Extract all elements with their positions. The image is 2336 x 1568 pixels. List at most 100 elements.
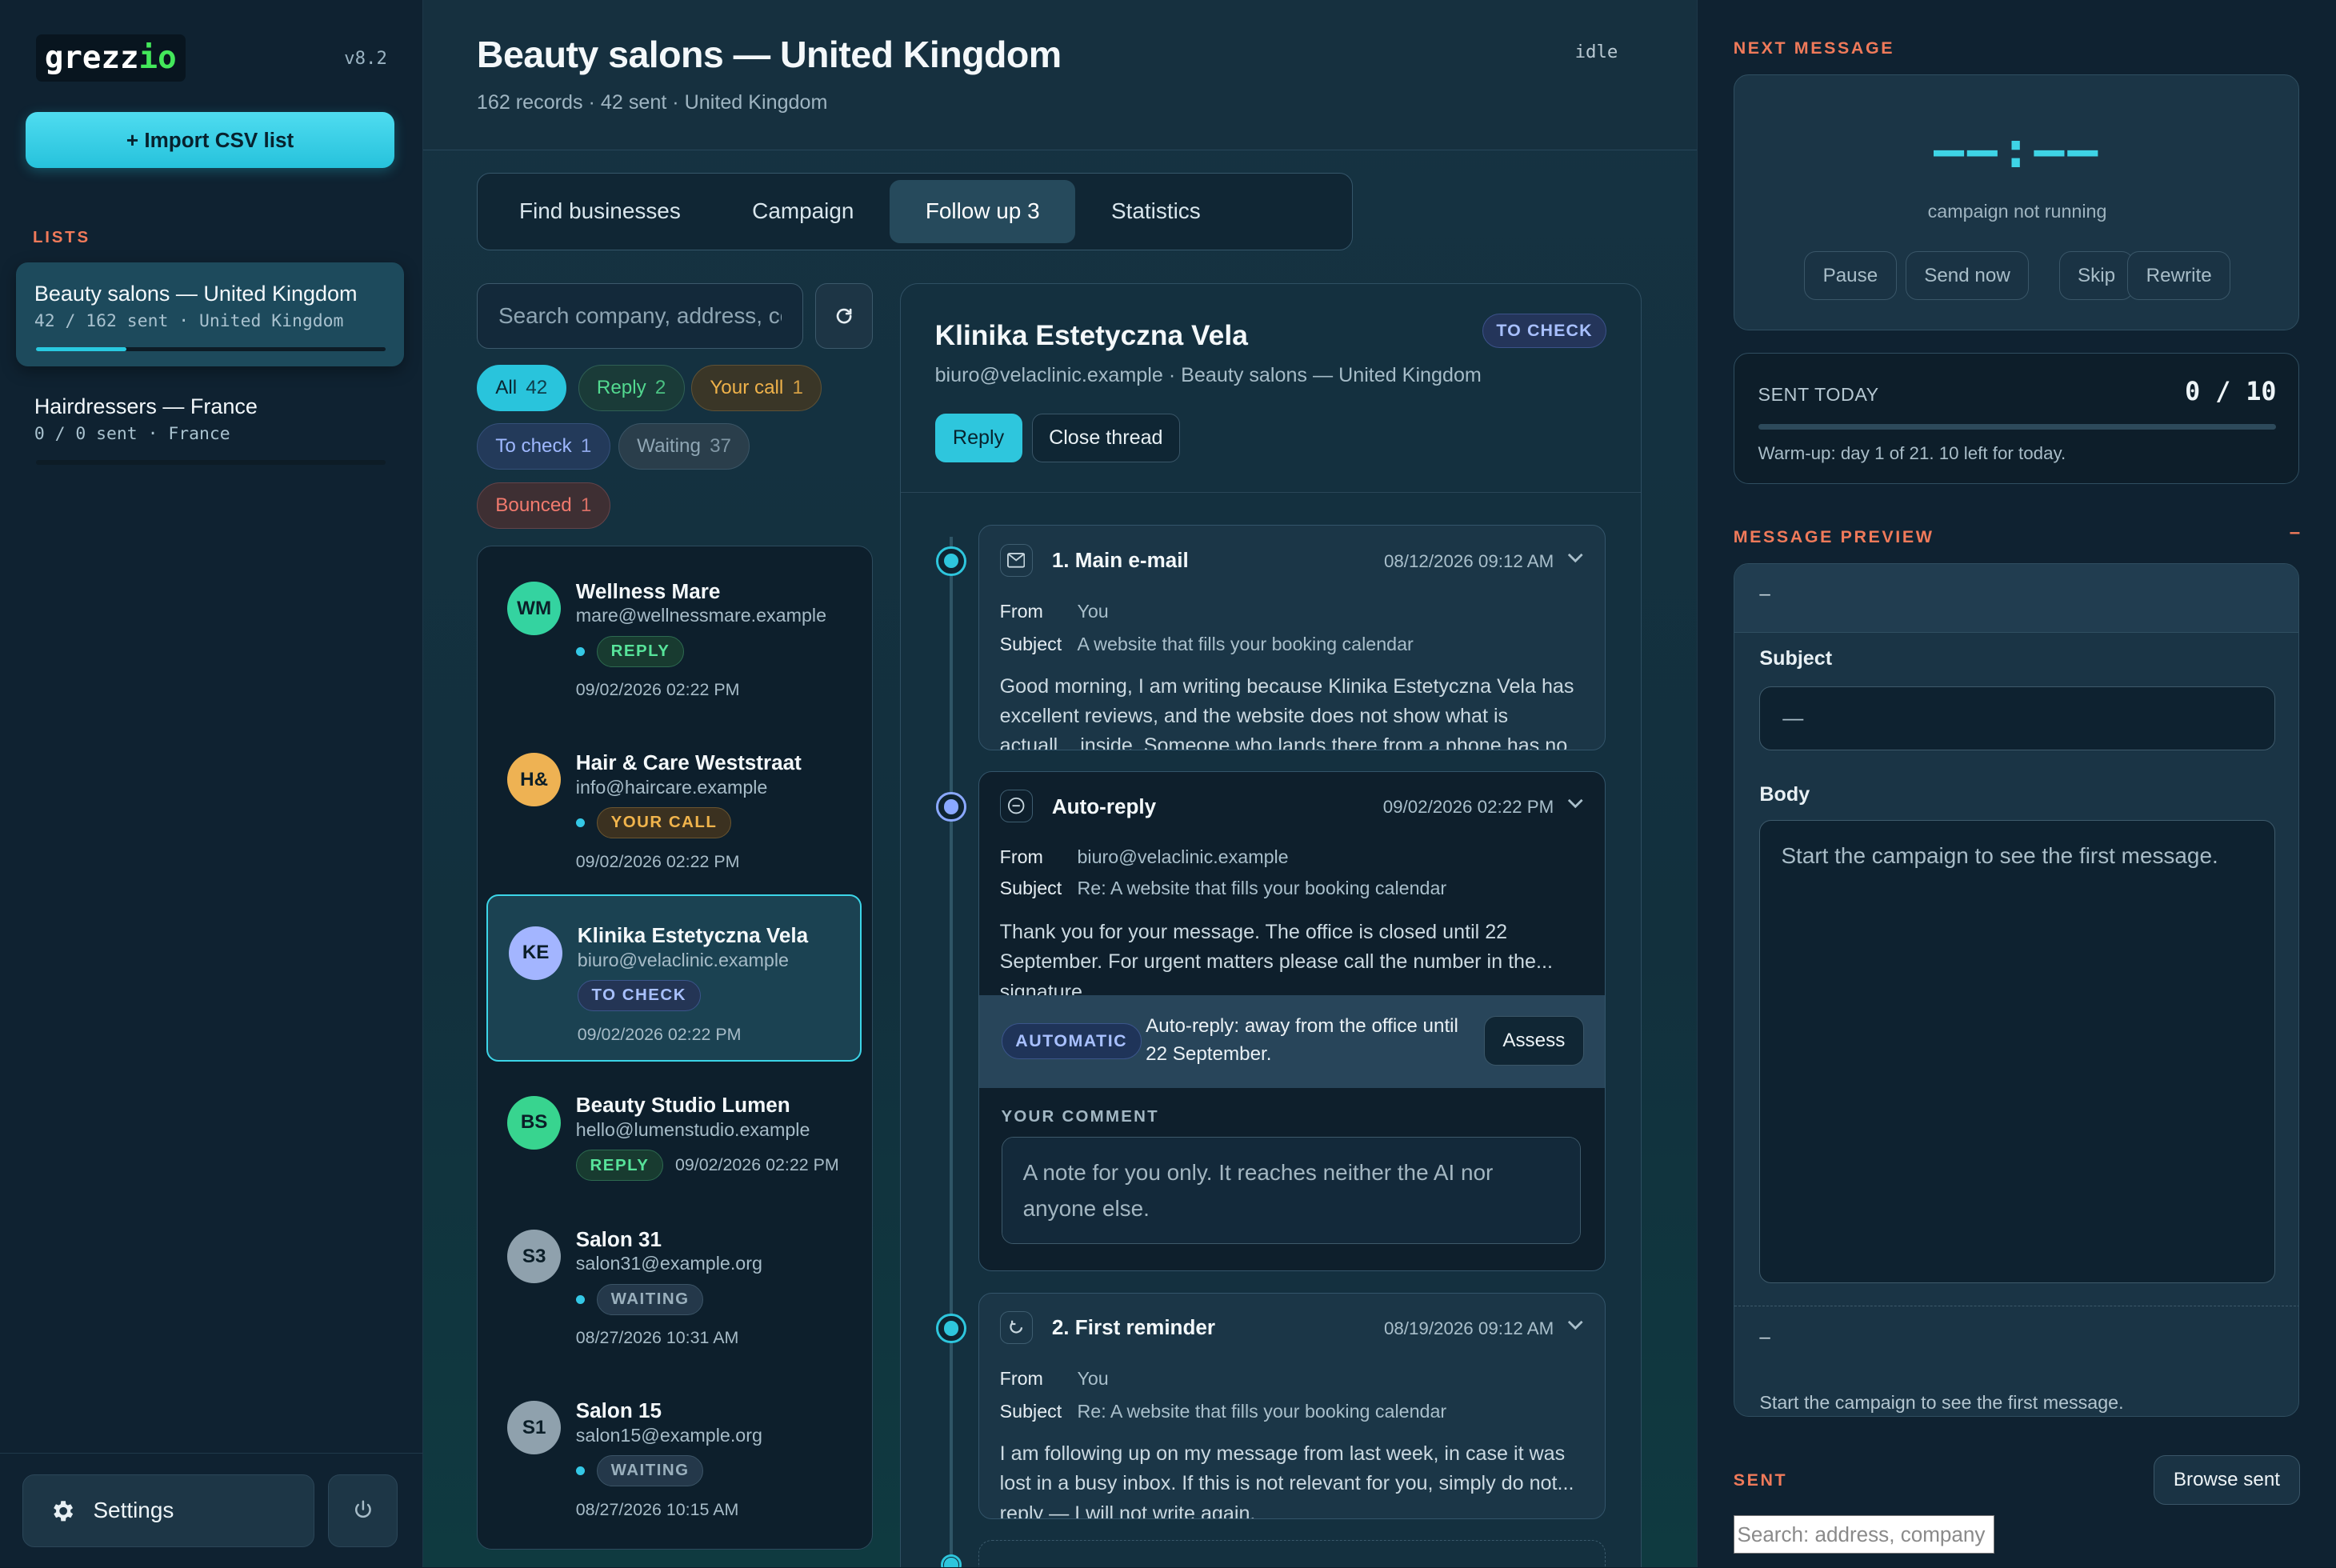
- filter-count: 2: [654, 377, 666, 399]
- filter-to-check[interactable]: To check 1: [476, 422, 610, 470]
- list-progress-fill: [35, 346, 127, 352]
- timeline-dot: [936, 791, 966, 822]
- message-first-reminder[interactable]: 2. First reminder 08/19/2026 09:12 AM Fr…: [978, 1292, 1606, 1519]
- subject-key: Subject: [999, 877, 1062, 898]
- thread-subtitle: biuro@velaclinic.example · Beauty salons…: [934, 364, 1482, 387]
- pause-button[interactable]: Pause: [1804, 250, 1897, 301]
- sent-search-input[interactable]: [1733, 1514, 1994, 1554]
- contact-name: Salon 15: [575, 1398, 662, 1422]
- tab-statistics[interactable]: Statistics: [1075, 180, 1236, 242]
- chevron-down-icon[interactable]: [1567, 553, 1583, 563]
- unread-dot: [575, 818, 585, 827]
- assess-button[interactable]: Assess: [1483, 1016, 1584, 1066]
- avatar: H&: [507, 753, 562, 807]
- contact-item[interactable]: S1 Salon 15 salon15@example.org WAITING …: [486, 1371, 862, 1538]
- avatar: S1: [507, 1401, 562, 1455]
- tab-campaign[interactable]: Campaign: [716, 180, 890, 242]
- logo-main: grezz: [44, 39, 139, 76]
- filter-waiting[interactable]: Waiting 37: [618, 422, 750, 470]
- list-item-hairdressers[interactable]: Hairdressers — France 0 / 0 sent · Franc…: [16, 375, 403, 479]
- tab-follow-up[interactable]: Follow up 3: [890, 180, 1076, 243]
- chevron-down-icon[interactable]: [1567, 798, 1583, 809]
- send-now-button[interactable]: Send now: [1905, 250, 2030, 301]
- sent-today-progress: [1758, 423, 2277, 430]
- message-title: 1. Main e-mail: [1051, 548, 1189, 573]
- subject-key: Subject: [999, 1400, 1062, 1422]
- subject-key: Subject: [999, 633, 1062, 654]
- filter-label: Waiting: [637, 434, 701, 457]
- status-badge: WAITING: [596, 1454, 704, 1486]
- list-name: Hairdressers — France: [34, 394, 258, 419]
- sent-today-label: SENT TODAY: [1758, 383, 1879, 405]
- filter-your-call[interactable]: Your call 1: [691, 365, 822, 411]
- subject-value: A website that fills your booking calend…: [1077, 633, 1414, 654]
- contact-status: TO CHECK: [577, 979, 861, 1011]
- message-preview-label: MESSAGE PREVIEW: [1733, 527, 1934, 547]
- message-main-email[interactable]: 1. Main e-mail 08/12/2026 09:12 AM From Y…: [978, 525, 1606, 750]
- tab-bar: Find businesses Campaign Follow up 3 Sta…: [476, 173, 1353, 250]
- auto-reply-icon: [999, 790, 1033, 823]
- filter-all[interactable]: All 42: [476, 365, 566, 411]
- filter-bounced[interactable]: Bounced 1: [476, 482, 610, 530]
- thread-title: Klinika Estetyczna Vela: [934, 319, 1248, 351]
- message-title: Auto-reply: [1051, 794, 1157, 818]
- message-subject: Subject A website that fills your booking…: [1000, 634, 1414, 655]
- search-input[interactable]: [476, 282, 803, 349]
- auto-reply-summary: Auto-reply: away from the office until 2…: [1146, 1014, 1458, 1065]
- filter-label: Your call: [710, 377, 784, 399]
- power-button[interactable]: [327, 1474, 398, 1547]
- next-message-label: NEXT MESSAGE: [1733, 38, 1895, 58]
- contact-email: info@haircare.example: [575, 776, 768, 798]
- contact-item-selected[interactable]: KE Klinika Estetyczna Vela biuro@velacli…: [486, 894, 862, 1062]
- contact-name: Salon 31: [575, 1226, 662, 1251]
- tab-find-businesses[interactable]: Find businesses: [483, 180, 716, 242]
- contact-name: Wellness Mare: [575, 578, 721, 603]
- close-thread-button[interactable]: Close thread: [1031, 413, 1181, 463]
- status-badge: REPLY: [596, 635, 685, 667]
- contact-date: 09/02/2026 02:22 PM: [674, 1155, 839, 1175]
- contact-date: 08/27/2026 10:31 AM: [575, 1328, 739, 1348]
- browse-sent-button[interactable]: Browse sent: [2153, 1455, 2301, 1505]
- contact-name: Klinika Estetyczna Vela: [577, 922, 809, 947]
- contact-name: Beauty Studio Lumen: [575, 1092, 790, 1117]
- preview-recipient: –: [1734, 563, 2299, 633]
- status-indicator: idle: [1574, 42, 1618, 63]
- settings-button[interactable]: Settings: [22, 1474, 314, 1547]
- sidebar-footer: Settings: [0, 1452, 423, 1567]
- comment-textarea[interactable]: [1001, 1136, 1581, 1245]
- sent-today-card: SENT TODAY 0 / 10 Warm-up: day 1 of 21. …: [1733, 353, 2300, 485]
- message-from: From biuro@velaclinic.example: [1000, 846, 1289, 868]
- contact-email: biuro@velaclinic.example: [577, 949, 789, 970]
- message-date: 09/02/2026 02:22 PM: [1382, 797, 1554, 818]
- message-from: From You: [1000, 1368, 1109, 1390]
- contact-email: mare@wellnessmare.example: [575, 605, 827, 626]
- preview-body-field[interactable]: Start the campaign to see the first mess…: [1759, 820, 2275, 1284]
- countdown-timer: ––:––: [1933, 119, 2102, 179]
- subject-label: Subject: [1759, 647, 1833, 670]
- preview-recipient-value: –: [1759, 583, 1770, 606]
- list-progress-bar: [35, 346, 386, 352]
- avatar: BS: [507, 1095, 562, 1150]
- collapse-preview-button[interactable]: –: [2290, 522, 2300, 544]
- avatar: S3: [507, 1230, 562, 1284]
- contact-date: 09/02/2026 02:22 PM: [575, 851, 740, 871]
- list-item-beauty-salons[interactable]: Beauty salons — United Kingdom 42 / 162 …: [16, 262, 404, 367]
- message-body: I am following up on my message from las…: [999, 1442, 1574, 1519]
- refresh-button[interactable]: [814, 282, 874, 349]
- contact-item[interactable]: H& Hair & Care Weststraat info@haircare.…: [486, 723, 862, 890]
- chevron-down-icon[interactable]: [1567, 1320, 1583, 1330]
- contact-item[interactable]: S3 Salon 31 salon31@example.org WAITING …: [486, 1200, 862, 1367]
- rewrite-button[interactable]: Rewrite: [2127, 250, 2231, 301]
- message-date: 08/12/2026 09:12 AM: [1383, 551, 1554, 572]
- skip-button[interactable]: Skip: [2058, 250, 2134, 301]
- reminder-icon: [999, 1310, 1033, 1344]
- subject-value: Re: A website that fills your booking ca…: [1077, 877, 1447, 898]
- filter-reply[interactable]: Reply 2: [578, 365, 685, 411]
- reply-button[interactable]: Reply: [934, 413, 1022, 463]
- message-auto-reply[interactable]: Auto-reply 09/02/2026 02:22 PM From biuro…: [978, 770, 1606, 1272]
- contact-item[interactable]: WM Wellness Mare mare@wellnessmare.examp…: [486, 552, 862, 719]
- filter-count: 1: [580, 434, 592, 457]
- unread-dot: [575, 1294, 585, 1304]
- from-value: You: [1077, 600, 1109, 622]
- import-csv-button[interactable]: + Import CSV list: [25, 111, 395, 169]
